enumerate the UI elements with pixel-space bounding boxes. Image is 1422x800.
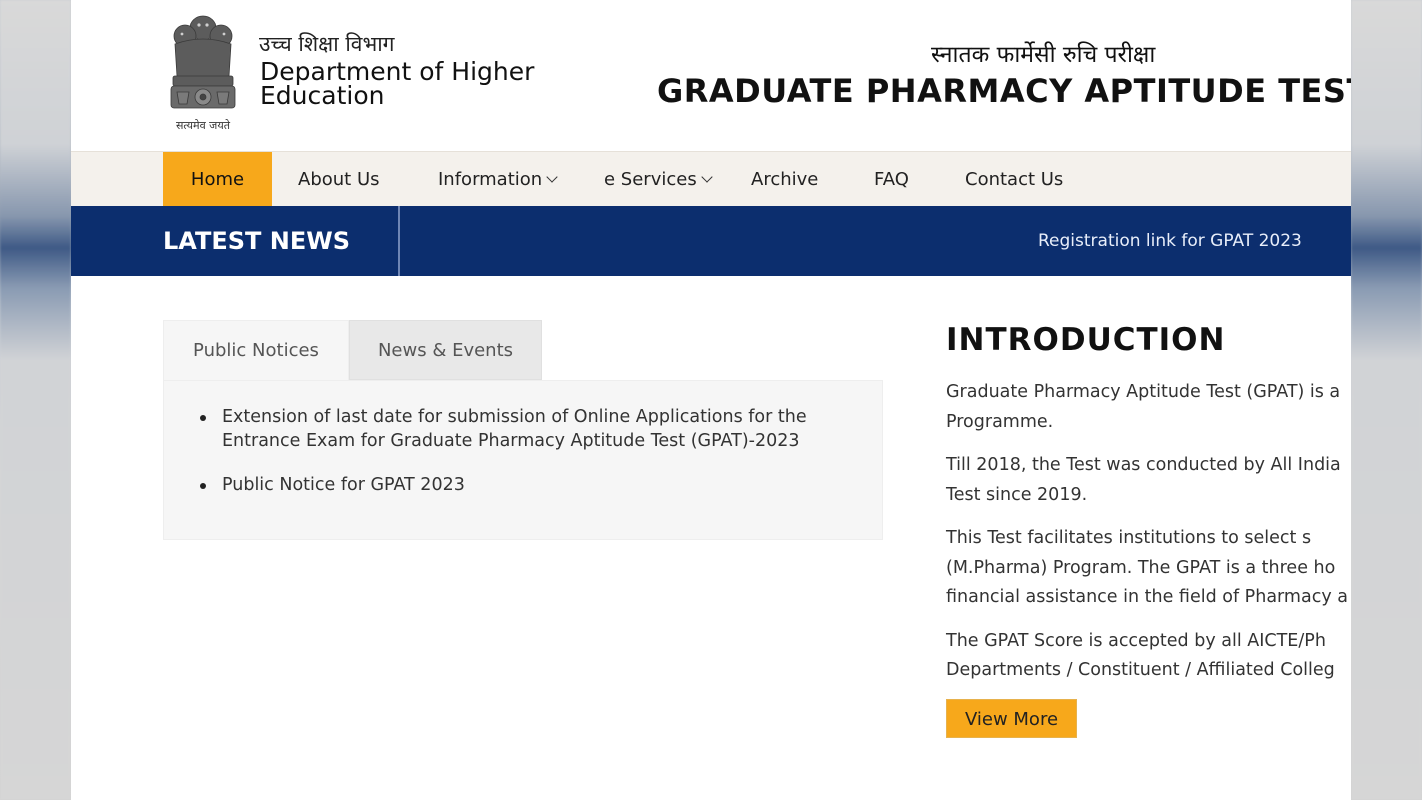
nav-item-label: Contact Us xyxy=(965,169,1064,190)
nav-item-home[interactable]: Home xyxy=(163,152,272,207)
view-more-button[interactable]: View More xyxy=(946,699,1077,738)
site-header: सत्यमेव जयते उच्च शिक्षा विभाग Departmen… xyxy=(71,0,1351,150)
nav-item-label: Information xyxy=(438,169,543,190)
news-divider xyxy=(398,206,400,276)
intro-paragraph: The GPAT Score is accepted by all AICTE/… xyxy=(946,627,1351,686)
nav-item-label: About Us xyxy=(298,169,380,190)
intro-line: Programme. xyxy=(946,411,1054,432)
intro-line: Graduate Pharmacy Aptitude Test (GPAT) i… xyxy=(946,382,1341,402)
intro-line: financial assistance in the field of Pha… xyxy=(946,587,1348,607)
intro-line: (M.Pharma) Program. The GPAT is a three … xyxy=(946,557,1336,578)
intro-paragraph: Graduate Pharmacy Aptitude Test (GPAT) i… xyxy=(946,378,1351,437)
public-notices-panel: Extension of last date for submission of… xyxy=(163,380,883,540)
background-blur-left xyxy=(0,0,71,800)
exam-title: GRADUATE PHARMACY APTITUDE TEST( xyxy=(657,72,1351,110)
national-emblem-icon[interactable]: सत्यमेव जयते xyxy=(163,10,243,134)
chevron-down-icon xyxy=(546,171,558,183)
background-blur-right xyxy=(1351,0,1422,800)
latest-news-label: LATEST NEWS xyxy=(163,227,351,255)
nav-item-label: e Services xyxy=(604,169,697,190)
intro-line: This Test facilitates institutions to se… xyxy=(946,528,1312,548)
intro-paragraph: This Test facilitates institutions to se… xyxy=(946,524,1351,613)
emblem-graphic xyxy=(170,15,236,109)
nav-item-label: Archive xyxy=(751,169,819,190)
exam-title-hindi: स्नातक फार्मेसी रुचि परीक्षा xyxy=(931,42,1156,68)
emblem-motto: सत्यमेव जयते xyxy=(175,119,230,132)
nav-item-information[interactable]: Information xyxy=(438,152,558,207)
nav-item-contact-us[interactable]: Contact Us xyxy=(965,152,1063,207)
nav-item-label: Home xyxy=(190,169,245,190)
intro-line: Till 2018, the Test was conducted by All… xyxy=(946,455,1341,475)
chevron-down-icon xyxy=(701,171,713,183)
page: सत्यमेव जयते उच्च शिक्षा विभाग Departmen… xyxy=(71,0,1351,800)
introduction-title: INTRODUCTION xyxy=(946,322,1226,358)
intro-line: Test since 2019. xyxy=(946,484,1088,505)
intro-line: The GPAT Score is accepted by all AICTE/… xyxy=(946,630,1326,651)
tab-news-events[interactable]: News & Events xyxy=(349,320,542,380)
nav-item-label: FAQ xyxy=(874,169,909,190)
main-nav: Home About Us Information e Services Arc… xyxy=(71,151,1351,207)
introduction-section: INTRODUCTION Graduate Pharmacy Aptitude … xyxy=(946,322,1351,686)
nav-item-faq[interactable]: FAQ xyxy=(874,152,909,207)
latest-news-bar: LATEST NEWS Registration link for GPAT 2… xyxy=(71,206,1351,276)
news-ticker-link[interactable]: Registration link for GPAT 2023 xyxy=(1038,206,1302,276)
notice-link[interactable]: Extension of last date for submission of… xyxy=(198,405,858,453)
intro-line: Departments / Constituent / Affiliated C… xyxy=(946,660,1335,680)
department-name[interactable]: Department of Higher Education xyxy=(260,59,580,108)
nav-item-archive[interactable]: Archive xyxy=(751,152,818,207)
tab-public-notices[interactable]: Public Notices xyxy=(163,320,349,380)
department-name-hindi: उच्च शिक्षा विभाग xyxy=(259,32,395,56)
notice-link[interactable]: Public Notice for GPAT 2023 xyxy=(198,473,858,497)
nav-item-e-services[interactable]: e Services xyxy=(604,152,713,207)
intro-paragraph: Till 2018, the Test was conducted by All… xyxy=(946,451,1351,510)
notice-list: Extension of last date for submission of… xyxy=(198,405,858,517)
nav-item-about-us[interactable]: About Us xyxy=(298,152,380,207)
